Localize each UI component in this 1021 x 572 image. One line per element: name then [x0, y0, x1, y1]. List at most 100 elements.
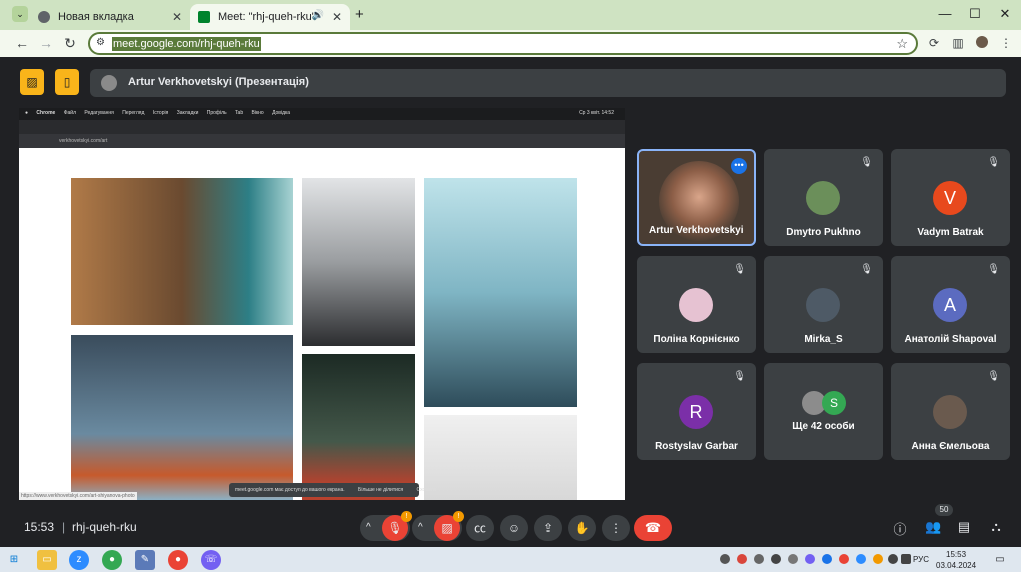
participant-tile[interactable]: 🎙 A Анатолій Shapoval	[891, 256, 1010, 353]
photo-train-window	[71, 335, 293, 500]
activities-icon[interactable]: ⛬	[988, 519, 1004, 535]
tray-icon[interactable]	[720, 554, 730, 564]
people-icon[interactable]: 👥	[925, 519, 941, 535]
chevron-up-icon[interactable]: ^	[418, 515, 423, 541]
camera-button[interactable]: ^ ▨ !	[412, 511, 464, 541]
chrome-icon	[38, 11, 50, 23]
avatar	[933, 395, 967, 429]
profile-icon[interactable]	[974, 36, 990, 51]
shared-screen: ● Chrome Файл Редагування Перегляд Істор…	[19, 108, 625, 500]
meeting-code: rhj-queh-rku	[72, 520, 137, 534]
viber-icon[interactable]: ☏	[201, 550, 221, 570]
minimize-button[interactable]: —	[935, 6, 955, 21]
tray-icon[interactable]	[839, 554, 849, 564]
participant-tile[interactable]: 🎙 Анна Ємельова	[891, 363, 1010, 460]
back-button[interactable]: ←	[14, 35, 30, 51]
participant-name: Dmytro Pukhno	[786, 227, 861, 238]
new-tab-button[interactable]: +	[355, 6, 364, 23]
tray-icon[interactable]	[754, 554, 764, 564]
participant-name: Rostyslav Garbar	[655, 441, 738, 452]
clock-time: 15:53	[946, 550, 967, 559]
tab-search-button[interactable]: ⌄	[12, 6, 28, 22]
tab-new-tab[interactable]: Новая вкладка ✕	[30, 4, 190, 30]
photo-portrait-glass	[302, 178, 415, 346]
windows-start-icon[interactable]: ⊞	[4, 550, 24, 570]
tab-close-icon[interactable]: ✕	[332, 10, 342, 24]
more-options-icon[interactable]: ⋮	[602, 515, 630, 541]
participant-tile[interactable]: 🎙 Поліна Корнієнко	[637, 256, 756, 353]
stop-sharing-button[interactable]: Більше не ділитися	[358, 487, 403, 493]
presenter-bar: Artur Verkhovetskyi (Презентація)	[90, 69, 1006, 97]
url-text[interactable]: meet.google.com/rhj-queh-rku	[112, 37, 261, 51]
end-call-button[interactable]: ☎	[634, 515, 672, 541]
participant-tile[interactable]: 🎙 R Rostyslav Garbar	[637, 363, 756, 460]
participant-tile[interactable]: 🎙 V Vadym Batrak	[891, 149, 1010, 246]
menu-item: Tab	[235, 110, 244, 116]
taskbar: ⊞ ▭ z ● ✎ ● ☏ РУС 15:53 03.04.2024 ▭	[0, 547, 1021, 572]
menu-item: Файл	[63, 110, 77, 116]
zoom-icon[interactable]: z	[69, 550, 89, 570]
bluetooth-icon[interactable]	[822, 554, 832, 564]
battery-icon[interactable]	[901, 554, 911, 564]
notepad-icon[interactable]: ✎	[135, 550, 155, 570]
mic-off-icon: 🎙	[733, 371, 746, 382]
mic-button[interactable]: ^ 🎙 !	[360, 511, 412, 541]
tray-icon[interactable]	[856, 554, 866, 564]
participant-tile[interactable]: 🎙 Mirka_S	[764, 256, 883, 353]
mic-off-icon: 🎙	[733, 264, 746, 275]
wifi-icon[interactable]	[888, 554, 898, 564]
notifications-icon[interactable]: ▭	[990, 550, 1010, 570]
audio-playing-icon[interactable]: 🔊	[312, 10, 324, 21]
more-participants-tile[interactable]: S Ще 42 особи	[764, 363, 883, 460]
participant-tile[interactable]: 🎙 Dmytro Pukhno	[764, 149, 883, 246]
address-bar[interactable]: ⚙ meet.google.com/rhj-queh-rku ☆	[88, 32, 918, 55]
meet-area: ▨ ▯ Artur Verkhovetskyi (Презентація) ● …	[8, 57, 1013, 547]
photo-cameras	[424, 178, 577, 407]
present-screen-icon[interactable]: ⇪	[534, 515, 562, 541]
tray-icon[interactable]	[805, 554, 815, 564]
maximize-button[interactable]: ☐	[965, 6, 985, 22]
camera-off-icon[interactable]: ▨	[20, 69, 44, 95]
chrome-icon[interactable]: ●	[168, 550, 188, 570]
status-url: https://www.verkhovetskyi.com/art-shiyan…	[19, 492, 137, 500]
tab-label: Новая вкладка	[58, 11, 134, 23]
more-options-icon[interactable]: •••	[731, 158, 747, 174]
emoji-icon[interactable]: ☺	[500, 515, 528, 541]
menu-icon[interactable]: ⋮	[998, 36, 1014, 50]
clock[interactable]: 15:53 03.04.2024	[936, 549, 976, 571]
mic-off-icon: 🎙	[987, 264, 1000, 275]
tray-icon[interactable]	[737, 554, 747, 564]
mic-off-icon: 🎙	[987, 371, 1000, 382]
avatar	[806, 288, 840, 322]
avatar: S	[822, 391, 846, 415]
reload-button[interactable]: ↻	[62, 35, 78, 52]
hide-button[interactable]: Сховати	[417, 487, 436, 493]
sidepanel-icon[interactable]: ▥	[950, 36, 966, 50]
captions-icon[interactable]: ㏄	[466, 515, 494, 541]
info-icon[interactable]: ⓘ	[892, 519, 908, 538]
presentation-icon[interactable]: ▯	[55, 69, 79, 95]
tab-close-icon[interactable]: ✕	[172, 10, 182, 24]
participant-name: Анатолій Shapoval	[904, 334, 997, 345]
bookmark-star-icon[interactable]: ☆	[896, 36, 908, 52]
tray-icon[interactable]	[873, 554, 883, 564]
tray-icon[interactable]	[788, 554, 798, 564]
file-explorer-icon[interactable]: ▭	[37, 550, 57, 570]
menu-item: Довідка	[272, 110, 291, 116]
site-settings-icon[interactable]: ⚙	[96, 37, 105, 48]
close-window-button[interactable]: ✕	[995, 6, 1015, 22]
tray-icon[interactable]	[771, 554, 781, 564]
screen-share-notice: meet.google.com має доступ до вашого екр…	[229, 483, 436, 497]
participant-tile[interactable]: ••• Artur Verkhovetskyi	[637, 149, 756, 246]
tab-meet[interactable]: Meet: "rhj-queh-rku" 🔊 ✕	[190, 4, 350, 30]
language-indicator[interactable]: РУС	[913, 555, 929, 564]
chat-icon[interactable]: ▤	[956, 519, 972, 535]
forward-button[interactable]: →	[38, 35, 54, 51]
chevron-up-icon[interactable]: ^	[366, 515, 371, 541]
participant-name: Поліна Корнієнко	[653, 334, 740, 345]
browser-toolbar: ← → ↻ ⚙ meet.google.com/rhj-queh-rku ☆ ⟳…	[0, 30, 1021, 57]
raise-hand-icon[interactable]: ✋	[568, 515, 596, 541]
chrome-icon[interactable]: ●	[102, 550, 122, 570]
extensions-icon[interactable]: ⟳	[926, 36, 942, 50]
meeting-controls: 15:53 | rhj-queh-rku ^ 🎙 ! ^ ▨ ! ㏄ ☺ ⇪ ✋…	[8, 504, 1013, 547]
